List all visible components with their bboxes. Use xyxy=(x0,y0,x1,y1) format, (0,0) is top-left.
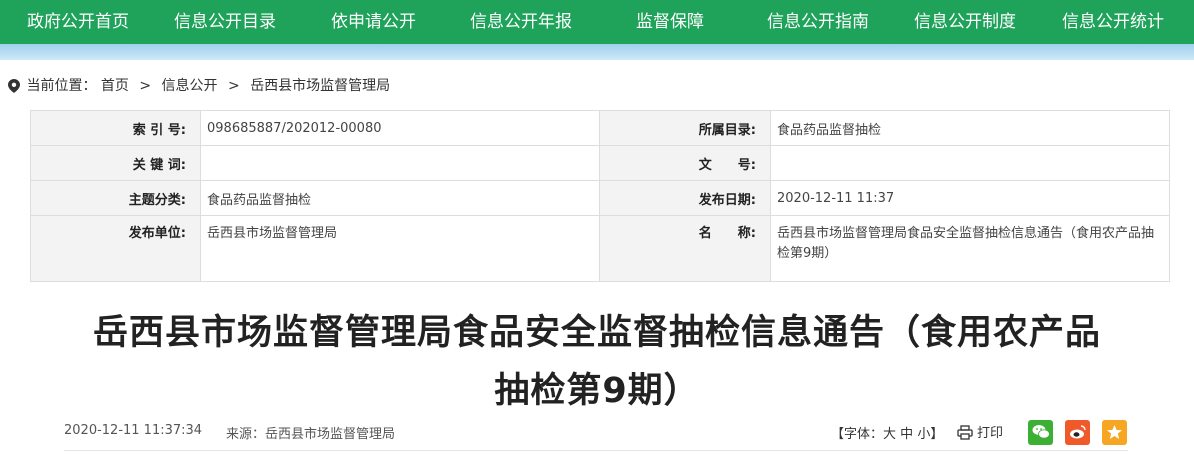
meta-row: 索 引 号: 098685887/202012-00080 所属目录: 食品药品… xyxy=(30,110,1170,146)
keyword-label: 关 键 词: xyxy=(30,145,201,181)
header-banner-strip xyxy=(0,44,1194,60)
publish-date-label: 发布日期: xyxy=(599,180,771,216)
article-title-line-2: 抽检第9期） xyxy=(494,371,700,411)
print-button[interactable]: 打印 xyxy=(957,422,1003,441)
divider xyxy=(64,450,1128,451)
font-size-small[interactable]: 小 xyxy=(917,427,930,442)
print-label: 打印 xyxy=(977,426,1004,441)
nav-item-supervision[interactable]: 监督保障 xyxy=(636,0,704,44)
article-source: 来源：岳西县市场监督管理局 xyxy=(226,427,396,442)
article-title: 岳西县市场监督管理局食品安全监督抽检信息通告（食用农产品 抽检第9期） xyxy=(40,304,1154,420)
category-value: 食品药品监督抽检 xyxy=(200,180,600,216)
breadcrumb-info-public[interactable]: 信息公开 xyxy=(162,78,218,94)
breadcrumb-bureau[interactable]: 岳西县市场监督管理局 xyxy=(250,78,390,94)
article-info-bar: 2020-12-11 11:37:34 来源：岳西县市场监督管理局 【字体：大 … xyxy=(64,423,1128,443)
document-number-label: 文 号: xyxy=(599,145,771,181)
meta-row: 关 键 词: 文 号: xyxy=(30,145,1170,181)
nav-item-home[interactable]: 政府公开首页 xyxy=(27,0,129,44)
share-qzone-button[interactable] xyxy=(1102,420,1127,445)
index-number-label: 索 引 号: xyxy=(30,110,201,146)
category-label: 主题分类: xyxy=(30,180,201,216)
article-date: 2020-12-11 11:37:34 xyxy=(64,423,203,438)
font-size-large[interactable]: 大 xyxy=(883,427,896,442)
share-wechat-button[interactable] xyxy=(1028,420,1053,445)
nav-item-application[interactable]: 依申请公开 xyxy=(331,0,416,44)
font-size-control: 【字体：大 中 小】 xyxy=(831,423,943,442)
font-size-medium[interactable]: 中 xyxy=(900,427,913,442)
location-pin-icon xyxy=(8,79,20,93)
catalog-label: 所属目录: xyxy=(599,110,771,146)
publisher-value: 岳西县市场监督管理局 xyxy=(200,215,600,282)
nav-item-statistics[interactable]: 信息公开统计 xyxy=(1062,0,1164,44)
nav-item-guide[interactable]: 信息公开指南 xyxy=(767,0,869,44)
meta-row: 主题分类: 食品药品监督抽检 发布日期: 2020-12-11 11:37 xyxy=(30,180,1170,216)
font-size-suffix: 】 xyxy=(930,427,944,442)
catalog-value: 食品药品监督抽检 xyxy=(770,110,1170,146)
qzone-icon xyxy=(1107,425,1122,439)
keyword-value xyxy=(200,145,600,181)
breadcrumb-prefix: 当前位置： xyxy=(26,78,97,94)
nav-item-system[interactable]: 信息公开制度 xyxy=(914,0,1016,44)
index-number-value: 098685887/202012-00080 xyxy=(200,110,600,146)
weibo-icon xyxy=(1069,425,1086,439)
breadcrumb-home[interactable]: 首页 xyxy=(101,78,129,94)
share-weibo-button[interactable] xyxy=(1065,420,1090,445)
breadcrumb: 当前位置： 首页 > 信息公开 > 岳西县市场监督管理局 xyxy=(8,76,390,96)
nav-item-catalog[interactable]: 信息公开目录 xyxy=(174,0,276,44)
publish-date-value: 2020-12-11 11:37 xyxy=(770,180,1170,216)
article-title-line-1: 岳西县市场监督管理局食品安全监督抽检信息通告（食用农产品 xyxy=(92,313,1101,353)
document-metadata-table: 索 引 号: 098685887/202012-00080 所属目录: 食品药品… xyxy=(30,110,1170,282)
breadcrumb-separator: > xyxy=(139,78,152,94)
document-name-label: 名 称: xyxy=(599,215,771,282)
font-size-prefix: 【字体： xyxy=(831,427,884,442)
publisher-label: 发布单位: xyxy=(30,215,201,282)
document-number-value xyxy=(770,145,1170,181)
printer-icon xyxy=(957,425,973,440)
meta-row: 发布单位: 岳西县市场监督管理局 名 称: 岳西县市场监督管理局食品安全监督抽检… xyxy=(30,215,1170,282)
breadcrumb-separator: > xyxy=(228,78,240,94)
top-navigation: 政府公开首页 信息公开目录 依申请公开 信息公开年报 监督保障 信息公开指南 信… xyxy=(0,0,1194,44)
wechat-icon xyxy=(1032,425,1050,439)
document-name-value: 岳西县市场监督管理局食品安全监督抽检信息通告（食用农产品抽检第9期） xyxy=(770,215,1170,282)
nav-item-annual-report[interactable]: 信息公开年报 xyxy=(470,0,572,44)
